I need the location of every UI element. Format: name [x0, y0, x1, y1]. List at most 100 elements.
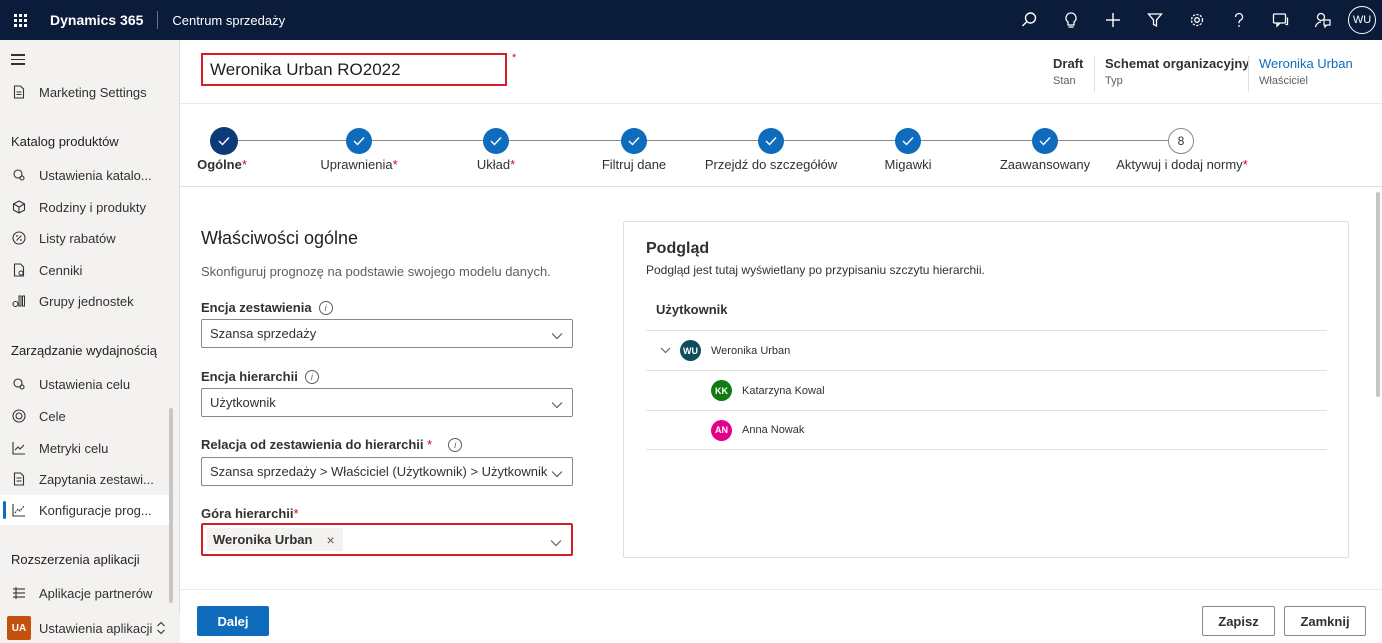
preview-description: Podgląd jest tutaj wyświetlany po przypi… [646, 263, 985, 277]
step-label-filter-data[interactable]: Filtruj dane [602, 157, 666, 172]
remove-icon[interactable]: × [326, 532, 334, 548]
sidebar-item-unit-groups[interactable]: Grupy jednostek [0, 286, 172, 316]
document-icon [11, 84, 27, 100]
sidebar-scrollbar[interactable] [169, 408, 173, 603]
sidebar-item-rollup-queries[interactable]: Zapytania zestawi... [0, 464, 172, 494]
header-divider [1094, 56, 1095, 92]
tree-row-name: Anna Nowak [742, 424, 805, 436]
sidebar-item-partner-apps[interactable]: Aplikacje partnerów [0, 578, 172, 608]
sidebar-item-label: Ustawienia katalo... [39, 167, 152, 183]
sidebar-item-forecast-configurations[interactable]: Konfiguracje prog... [0, 495, 172, 525]
sidebar-item-label: Ustawienia celu [39, 376, 131, 392]
tree-row[interactable]: KK Katarzyna Kowal [646, 370, 1327, 410]
record-title-input[interactable]: Weronika Urban RO2022 [201, 53, 507, 86]
step-label-general[interactable]: Ogólne* [197, 157, 247, 172]
sidebar: Marketing Settings Katalog produktów Ust… [0, 40, 180, 643]
main-scrollbar[interactable] [1376, 192, 1380, 397]
catalog-settings-icon [11, 167, 27, 183]
lightbulb-icon[interactable] [1050, 0, 1092, 40]
person-feedback-icon[interactable] [1302, 0, 1344, 40]
step-label-permissions[interactable]: Uprawnienia* [320, 157, 397, 172]
selected-user-tag: Weronika Urban × [207, 528, 343, 551]
chevron-down-icon[interactable] [550, 535, 562, 550]
selected-user-name: Weronika Urban [213, 532, 313, 547]
sidebar-item-label: Marketing Settings [39, 84, 147, 100]
user-avatar[interactable]: WU [1348, 6, 1376, 34]
hierarchy-top-lookup[interactable]: Weronika Urban × [201, 523, 573, 556]
step-8-number[interactable]: 8 [1168, 128, 1194, 154]
footer-bar: Dalej Zapisz Zamknij [180, 589, 1382, 643]
chevron-down-icon [551, 466, 563, 481]
step-4-check-icon[interactable] [621, 128, 647, 154]
status-field: Draft Stan [1053, 56, 1083, 87]
query-icon [11, 471, 27, 487]
sidebar-item-catalog-settings[interactable]: Ustawienia katalo... [0, 160, 172, 190]
status-label: Stan [1053, 75, 1076, 87]
relation-dropdown[interactable]: Szansa sprzedaży > Właściciel (Użytkowni… [201, 457, 573, 486]
info-icon[interactable]: i [318, 300, 333, 315]
area-badge: UA [7, 616, 31, 640]
step-connector-line [238, 140, 1168, 141]
step-1-check-icon[interactable] [211, 128, 237, 154]
chevron-down-icon [551, 397, 563, 412]
rollup-entity-label: Encja zestawienia i [201, 300, 333, 315]
app-launcher-icon[interactable] [0, 0, 40, 40]
tree-row[interactable]: WU Weronika Urban [646, 330, 1327, 370]
sidebar-group-performance: Zarządzanie wydajnością [11, 343, 157, 358]
plus-icon[interactable] [1092, 0, 1134, 40]
sidebar-item-label: Metryki celu [39, 440, 109, 456]
step-label-layout[interactable]: Układ* [477, 157, 515, 172]
step-2-check-icon[interactable] [346, 128, 372, 154]
sidebar-item-label: Cenniki [39, 262, 83, 278]
step-7-check-icon[interactable] [1032, 128, 1058, 154]
sidebar-item-discount-lists[interactable]: Listy rabatów [0, 223, 172, 253]
step-6-check-icon[interactable] [895, 128, 921, 154]
main-content: Właściwości ogólne Skonfiguruj prognozę … [180, 188, 1382, 588]
sidebar-item-families-products[interactable]: Rodziny i produkty [0, 192, 172, 222]
brand-name[interactable]: Dynamics 365 [40, 11, 159, 29]
filter-icon[interactable] [1134, 0, 1176, 40]
status-value: Draft [1053, 56, 1084, 71]
sidebar-item-goals[interactable]: Cele [0, 401, 172, 431]
sidebar-item-goal-metrics[interactable]: Metryki celu [0, 433, 172, 463]
area-switcher[interactable]: UA Ustawienia aplikacji [0, 613, 180, 643]
app-name[interactable]: Centrum sprzedaży [158, 13, 285, 28]
info-icon[interactable]: i [448, 437, 463, 452]
avatar: AN [711, 419, 732, 441]
search-icon[interactable] [1008, 0, 1050, 40]
area-label: Ustawienia aplikacji [39, 620, 153, 636]
hamburger-menu-icon[interactable] [11, 54, 25, 68]
step-label-drill-down[interactable]: Przejdź do szczegółów [705, 157, 837, 172]
list-icon [11, 585, 27, 601]
owner-link[interactable]: Weronika Urban [1259, 56, 1353, 71]
step-label-activate[interactable]: Aktywuj i dodaj normy* [1116, 157, 1248, 172]
record-title-text: Weronika Urban RO2022 [210, 59, 401, 79]
sidebar-item-marketing-settings[interactable]: Marketing Settings [0, 77, 172, 107]
price-list-icon [11, 262, 27, 278]
relation-label: Relacja od zestawienia do hierarchii * i [201, 437, 463, 452]
help-icon[interactable] [1218, 0, 1260, 40]
sidebar-item-label: Cele [39, 408, 66, 424]
step-label-snapshots[interactable]: Migawki [885, 157, 932, 172]
next-button[interactable]: Dalej [197, 606, 269, 636]
section-title: Właściwości ogólne [201, 228, 359, 248]
step-5-check-icon[interactable] [758, 128, 784, 154]
hierarchy-entity-label: Encja hierarchii i [201, 369, 319, 384]
tree-row-name: Weronika Urban [711, 344, 791, 357]
chevron-down-icon[interactable] [660, 347, 671, 354]
info-icon[interactable]: i [304, 369, 319, 384]
hierarchy-entity-dropdown[interactable]: Użytkownik [201, 388, 573, 417]
step-progress-bar: 8 Ogólne* Uprawnienia* Układ* Filtruj da… [180, 105, 1382, 187]
settings-icon[interactable] [1176, 0, 1218, 40]
chat-icon[interactable] [1260, 0, 1302, 40]
rollup-entity-value: Szansa sprzedaży [210, 326, 317, 341]
save-button[interactable]: Zapisz [1202, 606, 1275, 636]
avatar: WU [680, 340, 701, 361]
close-button[interactable]: Zamknij [1284, 606, 1366, 636]
step-3-check-icon[interactable] [483, 128, 509, 154]
sidebar-item-goal-settings[interactable]: Ustawienia celu [0, 369, 172, 399]
sidebar-item-price-lists[interactable]: Cenniki [0, 255, 172, 285]
rollup-entity-dropdown[interactable]: Szansa sprzedaży [201, 319, 573, 348]
tree-row[interactable]: AN Anna Nowak [646, 410, 1327, 450]
step-label-advanced[interactable]: Zaawansowany [1000, 157, 1090, 172]
